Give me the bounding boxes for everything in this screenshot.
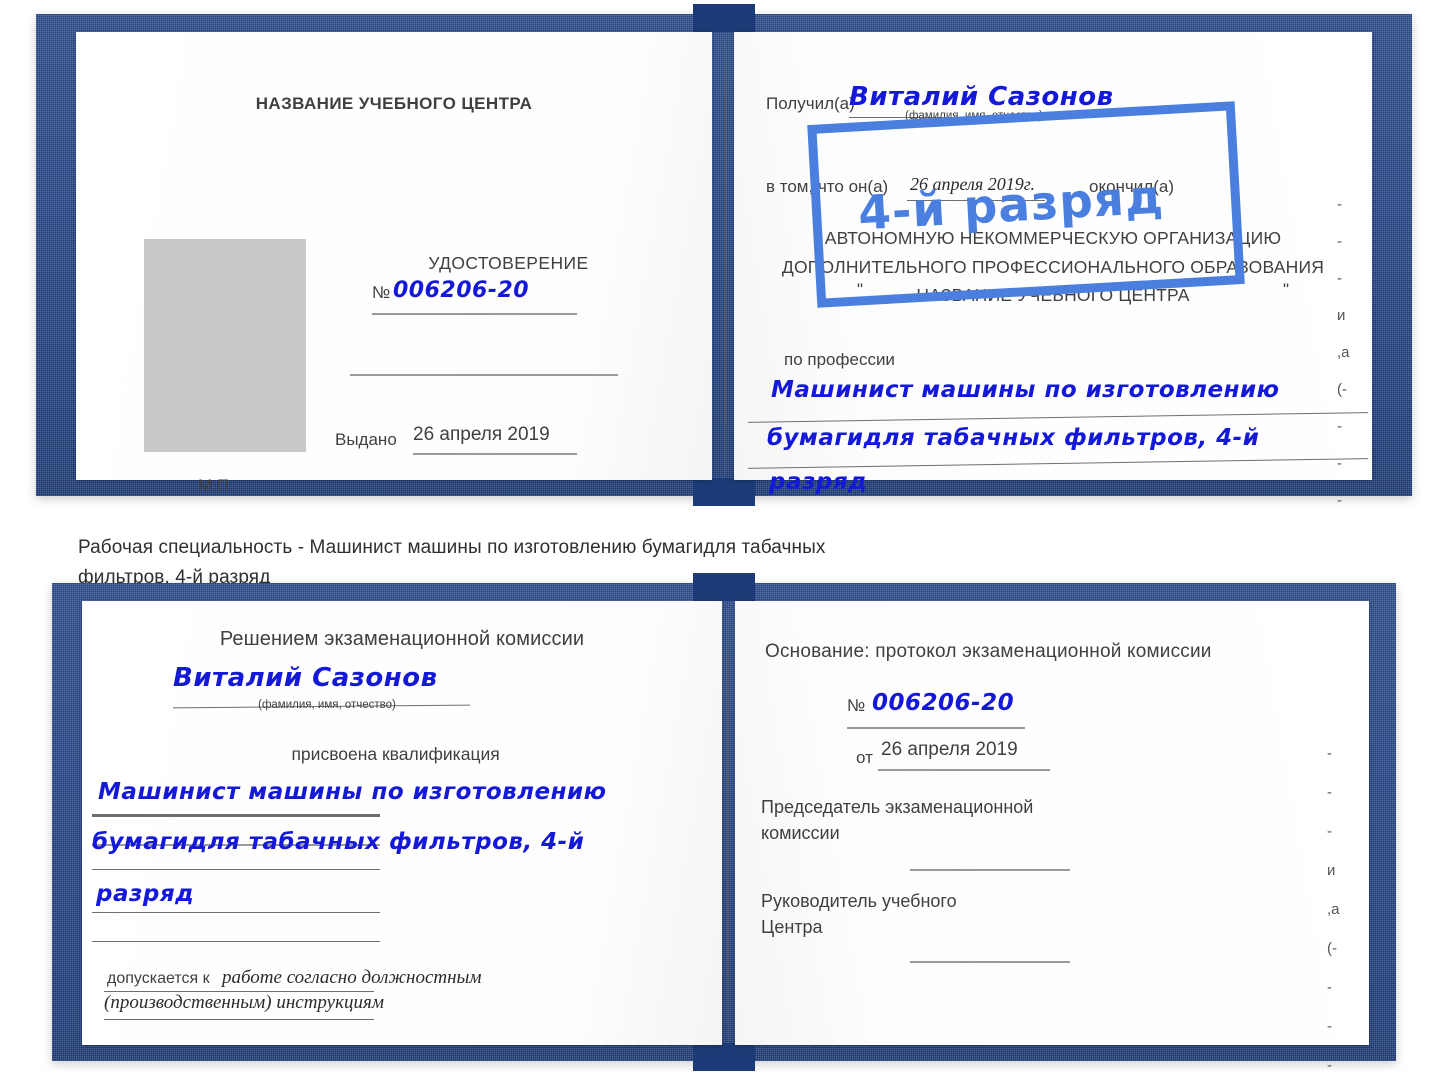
protocol-number: 006206-20 (872, 690, 1015, 716)
edge-glyph: (- (1337, 381, 1347, 398)
decision-heading: Решением экзаменационной комиссии (219, 628, 585, 650)
number-rule (372, 313, 577, 315)
issued-date: 26 апреля 2019 (413, 424, 550, 445)
edge-glyph: и (1327, 862, 1336, 879)
qualification-line-3: разряд (96, 881, 195, 907)
edge-glyph: - (1337, 455, 1342, 472)
chairman-signature-rule (910, 869, 1070, 871)
protocol-date-label: от (856, 748, 873, 767)
right-edge-glyph-column: - - - и ,а (- - - - (1337, 197, 1350, 508)
graduate-name: Виталий Сазонов (173, 663, 438, 693)
edge-glyph: - (1337, 233, 1342, 250)
protocol-number-symbol: № (847, 696, 866, 715)
chairman-line-2: комиссии (761, 823, 840, 843)
profession-line-1: Машинист машины по изготовлению (771, 377, 1280, 403)
bottom-certificate-cover: Решением экзаменационной комиссии Витали… (52, 573, 1396, 1073)
edge-glyph: ,а (1337, 344, 1350, 361)
seal-label: М.П. (198, 476, 234, 495)
profession-line-3: разряд (769, 469, 868, 495)
edge-glyph: - (1327, 823, 1332, 840)
cover-spine-top (693, 573, 755, 601)
right-edge-glyph-column: - - - и ,а (- - - - (1327, 746, 1340, 1073)
qualification-line-1: Машинист машины по изготовлению (98, 779, 607, 805)
admitted-value-line-2: (производственным) инструкциям (104, 992, 384, 1013)
qualification-line-2: бумагидля табачных фильтров, 4-й (92, 829, 585, 855)
edge-glyph: - (1337, 418, 1342, 435)
completion-date-rule (907, 200, 1045, 201)
organization-line-1: АВТОНОМНУЮ НЕКОММЕРЧЕСКУЮ ОРГАНИЗАЦИЮ (824, 228, 1282, 248)
completion-date: 26 апреля 2019г. (910, 174, 1036, 194)
received-label: Получил(а) (766, 94, 855, 113)
qualification-rule-4 (92, 941, 380, 942)
edge-glyph: - (1337, 270, 1342, 287)
top-cert-left-page: НАЗВАНИЕ УЧЕБНОГО ЦЕНТРА УДОСТОВЕРЕНИЕ №… (76, 32, 712, 495)
top-certificate-cover: НАЗВАНИЕ УЧЕБНОГО ЦЕНТРА УДОСТОВЕРЕНИЕ №… (36, 4, 1412, 508)
edge-glyph: и (1337, 307, 1346, 324)
that-he-label: в том, что он(а) (766, 177, 889, 196)
graduate-name-hint: (фамилия, имя, отчество) (258, 699, 396, 711)
bottom-cert-right-page: Основание: протокол экзаменационной коми… (735, 601, 1369, 1073)
top-cert-right-page: Получил(а) Виталий Сазонов (фамилия, имя… (734, 32, 1372, 508)
document-title: УДОСТОВЕРЕНИЕ (428, 253, 589, 273)
cover-spine-bottom (693, 1043, 755, 1071)
qualification-rule-3 (92, 912, 380, 913)
cover-spine-top (693, 4, 755, 32)
protocol-date-rule (878, 769, 1050, 771)
profession-line-2: бумагидля табачных фильтров, 4-й (767, 425, 1260, 451)
edge-glyph: - (1327, 979, 1332, 996)
issued-label: Выдано (335, 430, 397, 449)
organization-quote-close: " (1283, 280, 1290, 299)
finished-label: окончил(а) (1089, 177, 1174, 196)
blank-rule (350, 374, 618, 376)
edge-glyph: - (1337, 492, 1342, 509)
edge-glyph: - (1327, 1057, 1332, 1074)
training-center-name: НАЗВАНИЕ УЧЕБНОГО ЦЕНТРА (255, 94, 533, 113)
certificate-number: 006206-20 (393, 278, 530, 303)
admitted-rule-1 (104, 991, 374, 992)
bottom-cert-page-crease (727, 607, 729, 1039)
photo-placeholder (144, 239, 306, 452)
chairman-line-1: Председатель экзаменационной (761, 797, 1034, 817)
edge-glyph: - (1327, 784, 1332, 801)
protocol-date: 26 апреля 2019 (881, 739, 1018, 760)
top-cert-page-crease (724, 38, 726, 476)
organization-line-3: НАЗВАНИЕ УЧЕБНОГО ЦЕНТРА (916, 285, 1190, 305)
profession-rule-2 (748, 458, 1368, 469)
edge-glyph: - (1337, 196, 1342, 213)
issued-rule (413, 453, 577, 455)
qualification-rule-1-full (92, 816, 380, 817)
profession-rule-1 (748, 412, 1368, 423)
organization-quote-open: " (857, 280, 864, 299)
protocol-number-rule (847, 727, 1025, 729)
bottom-cert-left-page: Решением экзаменационной комиссии Витали… (82, 601, 722, 1045)
number-symbol: № (372, 283, 391, 302)
head-line-2: Центра (761, 917, 823, 937)
cover-spine-bottom (693, 478, 755, 506)
basis-label: Основание: протокол экзаменационной коми… (765, 641, 1212, 662)
line-rule-a (92, 814, 380, 815)
admitted-value-line-1: работе согласно должностным (222, 967, 482, 988)
caption-line-1: Рабочая специальность - Машинист машины … (78, 537, 826, 558)
received-hint: (фамилия, имя, отчество) (905, 110, 1043, 122)
head-line-1: Руководитель учебного (761, 891, 957, 911)
admitted-label: допускается к (107, 970, 210, 987)
organization-line-2: ДОПОЛНИТЕЛЬНОГО ПРОФЕССИОНАЛЬНОГО ОБРАЗО… (781, 257, 1325, 277)
edge-glyph: - (1327, 745, 1332, 762)
qualification-label: присвоена квалификация (291, 744, 500, 764)
edge-glyph: (- (1327, 940, 1337, 957)
qualification-rule-2 (92, 869, 380, 870)
admitted-rule-2 (104, 1019, 374, 1020)
received-name: Виталий Сазонов (849, 82, 1114, 112)
head-signature-rule (910, 961, 1070, 963)
edge-glyph: ,а (1327, 901, 1340, 918)
profession-label: по профессии (784, 350, 895, 369)
edge-glyph: - (1327, 1018, 1332, 1035)
